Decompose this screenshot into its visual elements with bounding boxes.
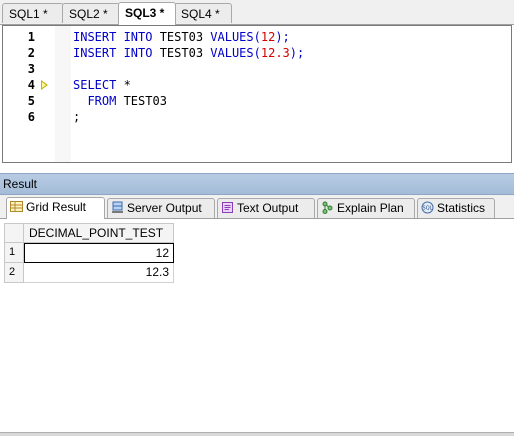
tab-grid-result-label: Grid Result	[26, 200, 87, 214]
tab-text-output[interactable]: Text Output	[217, 198, 315, 218]
grid-icon	[10, 201, 23, 212]
line-number: 2	[27, 46, 35, 60]
tab-sql4-label: SQL4 *	[181, 7, 220, 21]
code-token: VALUES	[210, 46, 254, 60]
tab-sql1-label: SQL1 *	[9, 7, 48, 21]
code-token: (	[253, 30, 261, 44]
code-token: INSERT INTO	[73, 30, 153, 44]
code-token: (	[253, 46, 261, 60]
code-token: INSERT INTO	[73, 46, 153, 60]
grid-row-number-label: 1	[9, 246, 16, 258]
grid-row-number[interactable]: 2	[4, 263, 24, 283]
code-text: FROM TEST03	[73, 93, 167, 109]
tab-sql2-label: SQL2 *	[69, 7, 108, 21]
explain-plan-icon	[322, 201, 333, 214]
tab-text-output-label: Text Output	[237, 201, 299, 215]
code-token: 12	[260, 30, 276, 44]
current-statement-arrow-icon	[41, 80, 48, 90]
status-strip	[0, 432, 514, 436]
code-token: 12.3	[260, 46, 290, 60]
tab-sql1[interactable]: SQL1 *	[2, 3, 64, 23]
code-token: FROM	[73, 94, 117, 108]
code-token: TEST03	[152, 30, 211, 44]
line-number: 1	[27, 30, 35, 44]
code-line[interactable]: 4 SELECT *	[3, 77, 511, 93]
tab-statistics-label: Statistics	[437, 201, 486, 215]
code-line[interactable]: 5 FROM TEST03	[3, 93, 511, 109]
code-text: INSERT INTO TEST03 VALUES(12.3);	[73, 45, 304, 61]
line-number: 5	[27, 94, 35, 108]
line-number: 6	[27, 110, 35, 124]
code-text: SELECT *	[73, 77, 131, 93]
tab-server-output-label: Server Output	[127, 201, 202, 215]
code-text: INSERT INTO TEST03 VALUES(12);	[73, 29, 290, 45]
tab-sql2[interactable]: SQL2 *	[62, 3, 120, 23]
text-output-icon	[222, 202, 233, 213]
result-tab-strip: Grid Result Server Output Text Output Ex…	[0, 195, 514, 219]
tab-sql3[interactable]: SQL3 *	[118, 2, 176, 25]
grid-row-number-label: 2	[9, 266, 16, 278]
tab-statistics[interactable]: SQL Statistics	[417, 198, 495, 218]
tab-sql4[interactable]: SQL4 *	[174, 3, 232, 23]
sql-editor[interactable]: 1 INSERT INTO TEST03 VALUES(12); 2 INSERT I…	[2, 25, 512, 163]
code-line[interactable]: 6;	[3, 109, 511, 125]
line-number: 3	[27, 62, 35, 76]
tab-server-output[interactable]: Server Output	[107, 198, 215, 218]
code-token: SELECT	[73, 78, 117, 92]
code-line[interactable]: 3	[3, 61, 511, 77]
code-token: ;	[73, 110, 81, 124]
statistics-icon: SQL	[421, 201, 434, 214]
grid-cell-value: 12	[155, 246, 169, 260]
tab-sql3-label: SQL3 *	[125, 6, 165, 20]
tab-explain-plan-label: Explain Plan	[337, 201, 404, 215]
code-line[interactable]: 1 INSERT INTO TEST03 VALUES(12);	[3, 29, 511, 45]
code-token: VALUES	[210, 30, 254, 44]
server-output-icon	[112, 201, 123, 213]
result-panel-title: Result	[3, 177, 38, 191]
code-text: ;	[73, 109, 80, 125]
code-line[interactable]: 2 INSERT INTO TEST03 VALUES(12.3);	[3, 45, 511, 61]
grid-corner[interactable]	[4, 223, 24, 243]
result-panel-header: Result	[0, 173, 514, 195]
code-token: );	[275, 30, 290, 44]
code-token: *	[116, 78, 131, 92]
line-number: 4	[27, 78, 35, 92]
code-token: TEST03	[152, 46, 211, 60]
tab-grid-result[interactable]: Grid Result	[6, 197, 105, 219]
code-token: TEST03	[116, 94, 167, 108]
tab-explain-plan[interactable]: Explain Plan	[317, 198, 415, 218]
svg-text:SQL: SQL	[423, 206, 433, 212]
grid-cell[interactable]: 12.3	[24, 263, 174, 283]
grid-column-header-label: DECIMAL_POINT_TEST	[29, 226, 164, 240]
grid-row-number[interactable]: 1	[4, 243, 24, 263]
editor-tab-strip: SQL1 * SQL2 * SQL3 * SQL4 *	[0, 0, 514, 25]
grid-column-header[interactable]: DECIMAL_POINT_TEST	[24, 223, 174, 243]
grid-cell[interactable]: 12	[24, 243, 174, 263]
grid-cell-value: 12.3	[145, 265, 169, 279]
grid-result[interactable]: DECIMAL_POINT_TEST 1 12 2 12.3	[0, 219, 514, 433]
sql-editor-window: SQL1 * SQL2 * SQL3 * SQL4 * 1 INSERT INTO…	[0, 0, 514, 436]
code-token: );	[289, 46, 305, 60]
